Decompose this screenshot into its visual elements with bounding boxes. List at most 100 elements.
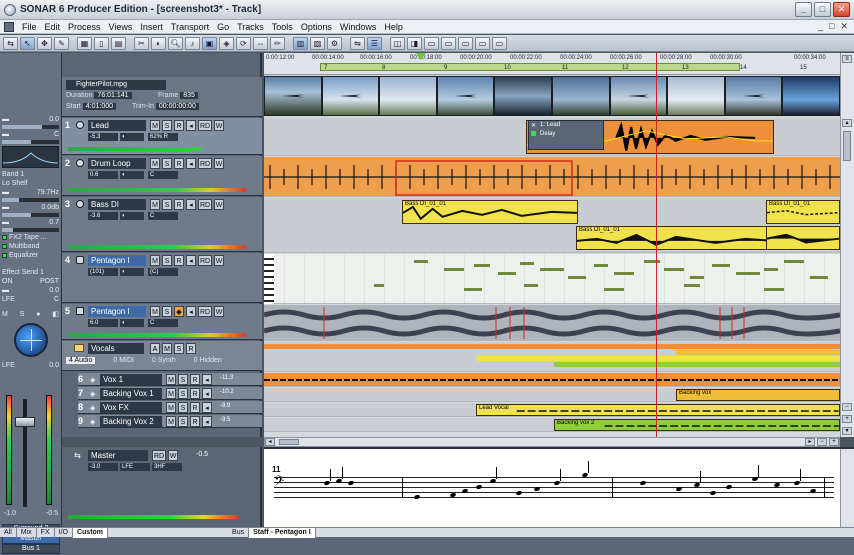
grid-icon[interactable]: ▦ [77,36,92,50]
input-echo-button[interactable]: ◂ [186,306,196,317]
track-volume[interactable]: -11.3 [220,375,233,381]
lane-track-7[interactable]: Backing vox [264,388,840,402]
track-4[interactable]: 4 Pentagon I M S R ◂ RD W (101) ◐ (C) [62,253,262,303]
fx-icon[interactable]: ⚙ [327,36,342,50]
video-file-name[interactable]: FighterPilot.mpg [66,80,166,90]
select-tool-icon[interactable]: ↖ [20,36,35,50]
maximize-button[interactable]: □ [814,2,831,17]
record-button[interactable]: R [186,343,196,354]
layout-e-icon[interactable]: ▭ [458,36,473,50]
write-automation-button[interactable]: W [214,306,224,317]
layout-a-icon[interactable]: ◫ [390,36,405,50]
eq-gain[interactable]: ▬ 0.0db [0,203,61,212]
solo-button[interactable]: S [162,255,172,266]
record-button[interactable]: R [190,402,200,413]
vscroll-grip-icon[interactable]: ≡ [842,55,852,63]
record-button[interactable]: R [174,255,184,266]
mute-button[interactable]: M [150,199,160,210]
mdi-close-button[interactable]: ✕ [840,21,848,32]
lane-track-3[interactable]: Bass DI_01_01 Bass DI_01_01 Bass DI_01_0… [264,198,840,253]
record-button[interactable]: R [190,374,200,385]
read-automation-button[interactable]: RD [198,306,212,317]
input-echo-button[interactable]: ◂ [186,158,196,169]
smart-tool-icon[interactable]: ✥ [37,36,52,50]
menu-help[interactable]: Help [380,20,407,34]
tab-custom[interactable]: Custom [72,527,109,538]
menu-transport[interactable]: Transport [167,20,213,34]
read-automation-button[interactable]: RD [198,120,212,131]
lane-track-5[interactable] [264,305,840,341]
layout-f-icon[interactable]: ▭ [475,36,490,50]
send-level[interactable]: ▬ 0.0 [0,286,61,295]
lock-icon[interactable]: ▣ [202,36,217,50]
eq-curve-display[interactable] [2,146,59,168]
eq-shelf[interactable]: Lo Shelf [0,179,61,188]
track-2[interactable]: 2 Drum Loop M S R ◂ RD W 0.6 ◐ C [62,156,262,196]
staff-note[interactable] [461,488,469,494]
mute-button[interactable]: M [150,158,160,169]
track-pan-icon[interactable]: ◐ [120,212,144,220]
input-echo-button[interactable]: ◂ [202,374,212,385]
lane-track-1[interactable]: ✕ 1: Lead Delay [264,118,840,156]
lane-track-2[interactable] [264,157,840,197]
q-slider[interactable] [2,228,59,232]
archive-button[interactable]: A [150,343,160,354]
layout-c-icon[interactable]: ▭ [424,36,439,50]
video-thumbnail-strip[interactable] [264,76,840,116]
bus-w-button[interactable]: W [168,450,178,461]
bus-output-button[interactable]: Bus 1 [2,544,60,554]
mute-button[interactable]: M [150,120,160,131]
read-automation-button[interactable]: RD [198,158,212,169]
staff-note[interactable] [413,494,421,500]
track-volume[interactable]: 6.0 [88,319,118,327]
record-button[interactable]: R [190,388,200,399]
staff-vscrollbar[interactable] [840,449,854,527]
read-automation-button[interactable]: RD [198,199,212,210]
start-value[interactable]: 4:01:000 [82,103,116,110]
bus-volume[interactable]: -3.0 [88,463,118,471]
freq-slider[interactable] [2,198,59,202]
staff-note[interactable] [709,490,717,496]
pencil-icon[interactable]: ✏ [270,36,285,50]
frame-value[interactable]: 835 [180,92,198,99]
track-name[interactable]: Pentagon I [88,255,146,266]
inspector-mute-button[interactable]: M [2,310,8,319]
staff-note[interactable] [725,484,733,490]
menu-views[interactable]: Views [105,20,137,34]
lane-folder-vocals[interactable] [264,342,840,372]
tab-all[interactable]: All [0,527,17,538]
solo-button[interactable]: S [178,402,188,413]
track-name[interactable]: Drum Loop [88,158,146,169]
menu-edit[interactable]: Edit [41,20,65,34]
solo-button[interactable]: S [178,388,188,399]
track-pan[interactable]: 62% R [148,133,178,141]
menu-windows[interactable]: Windows [336,20,381,34]
track-5[interactable]: 5 Pentagon I M S ◆ ◂ RD W 6.0 ◐ C [62,304,262,340]
track-1[interactable]: 1 Lead M S R ◂ RD W -5.3 ◐ 62% R [62,118,262,155]
menu-process[interactable]: Process [64,20,105,34]
staff-view[interactable]: 11 𝄢 [264,447,854,527]
fx-slot-3[interactable]: Equalizer [0,251,61,260]
snap-icon[interactable]: ⇆ [3,36,18,50]
console-icon[interactable]: ▧ [310,36,325,50]
clip-bass-2[interactable]: Bass DI_01_01 [576,226,776,250]
now-marker-icon[interactable] [416,53,426,60]
record-button[interactable]: R [190,416,200,427]
tab-fx[interactable]: FX [37,527,55,538]
draw-tool-icon[interactable]: ✎ [54,36,69,50]
record-button[interactable]: R [174,199,184,210]
track-pan[interactable]: C [148,319,178,327]
write-automation-button[interactable]: W [214,120,224,131]
cut-icon[interactable]: ✂ [134,36,149,50]
solo-button[interactable]: S [162,120,172,131]
send-pan[interactable]: LFE C [0,295,61,304]
record-button[interactable]: R [174,158,184,169]
clip-backing-vox[interactable]: Backing vox [676,389,840,401]
bus-name[interactable]: Master [88,450,148,461]
time-ruler[interactable]: 0:00:12:00 00:00:14:00 00:00:16:00 00:00… [264,53,840,75]
zoom-icon[interactable]: 🔍︎ [168,36,183,50]
staff-note[interactable] [347,480,355,486]
clip-lead-vocal[interactable]: Lead Vocal [476,404,840,416]
solo-button[interactable]: S [162,158,172,169]
vzoom-in-icon[interactable]: + [842,415,852,423]
